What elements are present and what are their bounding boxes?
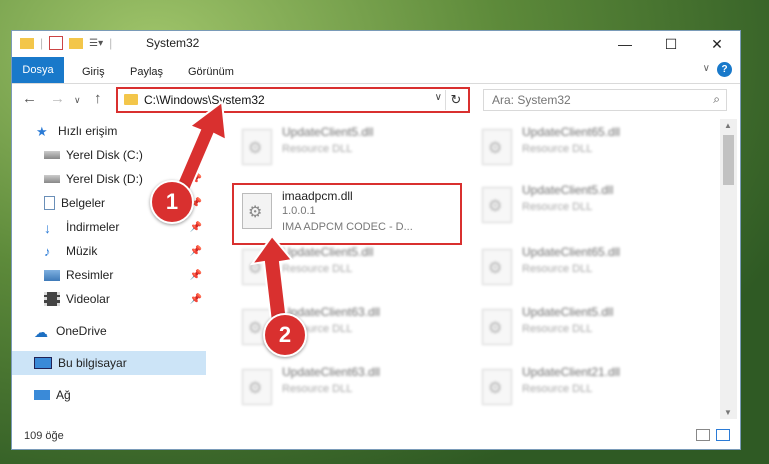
dll-file-icon [482,249,512,285]
drive-icon [44,151,60,159]
properties-icon[interactable] [49,36,64,50]
help-icon[interactable]: ? [717,62,732,77]
up-arrow-icon[interactable]: ↑ [94,90,102,107]
dll-file-icon [482,187,512,223]
dll-file-icon [482,129,512,165]
dll-file-icon [242,193,272,229]
pin-icon[interactable]: 📌 [190,246,202,257]
separator: | [109,36,113,50]
file-item[interactable]: UpdateClient5.dll Resource DLL [234,121,464,171]
dll-file-icon [242,369,272,405]
dll-file-icon [482,369,512,405]
nav-network[interactable]: Ağ [12,383,206,407]
ribbon-tabs: Dosya Giriş Paylaş Görünüm ∨ ? [12,57,740,84]
search-input[interactable] [490,92,694,108]
pin-icon[interactable]: 📌 [190,150,202,161]
scroll-down-arrow-icon[interactable]: ▼ [724,408,732,417]
computer-icon [34,357,52,369]
search-box[interactable]: ⌕ [483,89,727,111]
view-toggle [696,429,730,441]
file-item[interactable]: UpdateClient63.dll Resource DLL [234,361,464,411]
nav-videos[interactable]: Videolar 📌 [12,287,206,311]
folder-icon[interactable] [20,37,34,49]
separator: | [40,36,44,50]
pin-icon[interactable]: 📌 [190,294,202,305]
close-button[interactable]: ✕ [694,31,740,57]
dll-file-icon [242,249,272,285]
scroll-thumb[interactable] [723,135,734,185]
file-item[interactable]: UpdateClient21.dll Resource DLL [474,361,704,411]
item-count: 109 öğe [24,430,64,442]
tab-home[interactable]: Giriş [72,61,115,83]
explorer-window: | ☰▾ | System32 — ☐ ✕ Dosya Giriş Paylaş… [11,30,741,450]
download-icon: ↓ [44,220,51,236]
drive-icon [44,175,60,183]
title-bar: | ☰▾ | System32 — ☐ ✕ [12,31,740,57]
scroll-up-arrow-icon[interactable]: ▲ [724,121,732,130]
file-list: UpdateClient5.dll Resource DLL UpdateCli… [208,119,720,419]
pictures-icon [44,269,60,281]
file-item[interactable]: UpdateClient5.dll Resource DLL [234,241,464,291]
music-icon: ♪ [44,244,51,259]
dll-file-icon [482,309,512,345]
address-path[interactable]: C:\Windows\System32 [144,93,265,107]
refresh-icon[interactable]: ↻ [445,90,466,110]
cloud-icon: ☁ [34,324,48,340]
file-item[interactable]: UpdateClient65.dll Resource DLL [474,121,704,171]
nav-music[interactable]: ♪ Müzik 📌 [12,239,206,263]
minimize-button[interactable]: — [602,31,648,57]
quick-access-toolbar: | ☰▾ | [20,36,112,50]
expand-ribbon-icon[interactable]: ∨ [703,63,710,74]
customize-icon[interactable]: ☰▾ [89,38,103,49]
callout-badge-2: 2 [263,313,307,357]
pin-icon[interactable]: 📌 [190,222,202,233]
maximize-button[interactable]: ☐ [648,31,694,57]
new-folder-icon[interactable] [69,37,84,49]
nav-this-pc[interactable]: Bu bilgisayar [12,351,206,375]
folder-icon [124,94,138,105]
file-item[interactable]: UpdateClient5.dll Resource DLL [474,301,704,351]
file-item[interactable]: UpdateClient65.dll Resource DLL [474,241,704,291]
large-icons-view-icon[interactable] [716,429,730,441]
tab-file[interactable]: Dosya [12,57,64,83]
back-arrow-icon[interactable]: ← [22,90,37,107]
file-item[interactable]: UpdateClient5.dll Resource DLL [474,179,704,229]
star-icon: ★ [36,124,48,139]
vertical-scrollbar[interactable]: ▲ ▼ [720,119,737,419]
address-row: ← → ∨ ↑ C:\Windows\System32 ∨ ↻ ⌕ [12,84,740,116]
window-title: System32 [146,36,200,50]
nav-onedrive[interactable]: ☁ OneDrive [12,319,206,343]
document-icon [44,196,55,210]
video-icon [44,292,60,306]
chevron-down-icon[interactable]: ∨ [435,92,442,103]
recent-dropdown-icon[interactable]: ∨ [74,95,81,106]
status-bar: 109 öğe [12,425,740,449]
nav-quick-access[interactable]: ★ Hızlı erişim [12,119,206,143]
network-icon [34,390,50,400]
pin-icon[interactable]: 📌 [190,174,202,185]
nav-pictures[interactable]: Resimler 📌 [12,263,206,287]
tab-view[interactable]: Görünüm [178,61,244,83]
nav-drive-c[interactable]: Yerel Disk (C:) 📌 [12,143,206,167]
address-bar[interactable]: C:\Windows\System32 ∨ ↻ [116,87,470,113]
forward-arrow-icon[interactable]: → [50,90,65,107]
callout-badge-1: 1 [150,180,194,224]
dll-file-icon [242,129,272,165]
search-icon[interactable]: ⌕ [713,92,720,107]
pin-icon[interactable]: 📌 [190,270,202,281]
window-controls: — ☐ ✕ [602,31,740,57]
details-view-icon[interactable] [696,429,710,441]
navigation-pane: ★ Hızlı erişim Yerel Disk (C:) 📌 Yerel D… [12,119,206,419]
tab-share[interactable]: Paylaş [120,61,173,83]
file-item-selected[interactable]: imaadpcm.dll 1.0.0.1 IMA ADPCM CODEC - D… [232,183,462,245]
